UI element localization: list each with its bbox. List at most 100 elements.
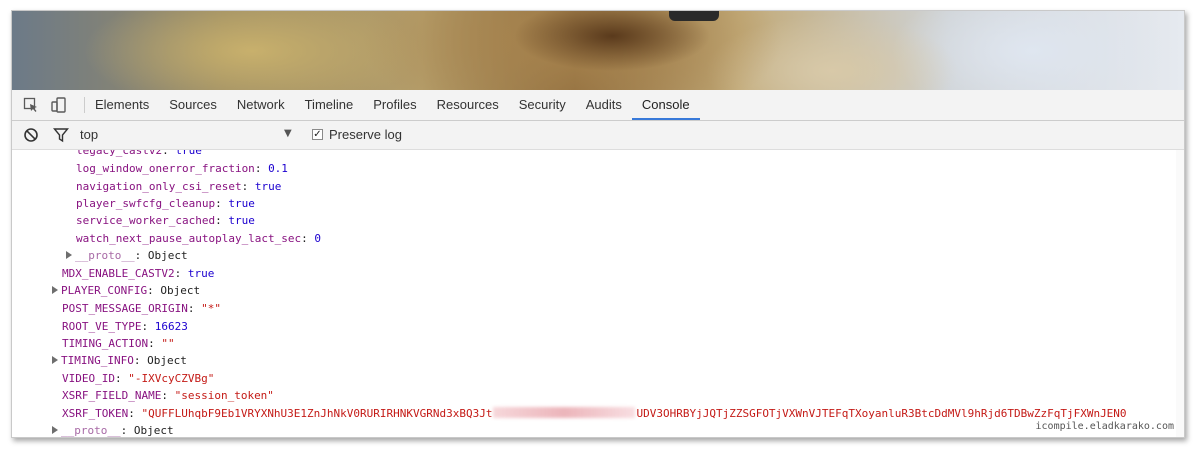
console-line[interactable]: PLAYER_CONFIG: Object (52, 282, 200, 299)
property-key: legacy_castv2 (76, 150, 163, 157)
screenshot-frame: Elements Sources Network Timeline Profiles Re… (11, 10, 1185, 438)
console-line: ROOT_VE_TYPE: 16623 (62, 318, 188, 335)
property-value: "-IXVcyCZVBg" (128, 372, 215, 385)
property-value: UDV3OHRBYjJQTjZZSGFOTjVXWnVJTEFqTXoyanlu… (636, 407, 1127, 420)
property-key: log_window_onerror_fraction (76, 162, 255, 175)
console-line: XSRF_TOKEN: "QUFFLUhqbF9Eb1VRYXNhU3E1ZnJ… (62, 405, 1127, 422)
colon: : (114, 372, 129, 385)
expand-arrow-icon[interactable] (66, 251, 72, 259)
property-key: watch_next_pause_autoplay_lact_sec (76, 232, 302, 245)
property-key: TIMING_INFO (61, 354, 134, 367)
property-value: true (228, 197, 255, 210)
expand-arrow-icon[interactable] (52, 286, 58, 294)
console-line[interactable]: TIMING_INFO: Object (52, 352, 187, 369)
console-line: POST_MESSAGE_ORIGIN: "*" (62, 300, 221, 317)
console-line: legacy_castv2: true (76, 150, 202, 159)
property-key: __proto__ (75, 249, 135, 262)
property-key: TIMING_ACTION (62, 337, 149, 350)
console-line[interactable]: __proto__: Object (52, 422, 174, 437)
colon: : (174, 267, 188, 280)
devtools-tab-bar: Elements Sources Network Timeline Profiles Re… (12, 90, 1184, 121)
property-key: navigation_only_csi_reset (76, 180, 242, 193)
webcam-notch (669, 11, 719, 21)
colon: : (133, 354, 148, 367)
console-line: MDX_ENABLE_CASTV2: true (62, 265, 214, 282)
property-key: PLAYER_CONFIG (61, 284, 148, 297)
property-key: ROOT_VE_TYPE (62, 320, 142, 333)
tab-timeline[interactable]: Timeline (295, 90, 364, 120)
chevron-down-icon[interactable]: ▼ (284, 128, 292, 139)
property-value: "*" (201, 302, 221, 315)
property-value: true (228, 214, 255, 227)
property-key: VIDEO_ID (62, 372, 115, 385)
console-line: VIDEO_ID: "-IXVcyCZVBg" (62, 370, 214, 387)
preserve-log-label: Preserve log (329, 127, 402, 142)
colon: : (120, 424, 134, 437)
property-value: true (175, 150, 202, 157)
colon: : (254, 162, 269, 175)
property-value: true (187, 267, 215, 280)
tab-console[interactable]: Console (631, 90, 700, 120)
preserve-log-checkbox[interactable]: ✓ (312, 129, 323, 140)
colon: : (187, 302, 202, 315)
console-line: log_window_onerror_fraction: 0.1 (76, 160, 288, 177)
property-key: __proto__ (61, 424, 121, 437)
property-key: MDX_ENABLE_CASTV2 (62, 267, 175, 280)
console-line: navigation_only_csi_reset: true (76, 178, 281, 195)
colon: : (148, 337, 162, 350)
property-value: "" (161, 337, 175, 350)
property-key: XSRF_FIELD_NAME (62, 389, 162, 402)
property-key: player_swfcfg_cleanup (76, 197, 216, 210)
property-value: 0 (314, 232, 322, 245)
colon: : (162, 150, 176, 157)
tab-elements[interactable]: Elements (85, 90, 159, 120)
clear-console-icon[interactable] (21, 125, 41, 145)
colon: : (141, 320, 155, 333)
console-scrollbar[interactable] (1176, 150, 1184, 437)
property-value: true (254, 180, 282, 193)
property-key: service_worker_cached (76, 214, 216, 227)
console-line: watch_next_pause_autoplay_lact_sec: 0 (76, 230, 321, 247)
property-value: Object (147, 249, 188, 262)
tab-list: Elements Sources Network Timeline Profiles Re… (85, 90, 700, 120)
colon: : (215, 197, 229, 210)
console-line[interactable]: __proto__: Object (66, 247, 188, 264)
property-value: Object (147, 354, 187, 367)
property-key: XSRF_TOKEN (62, 407, 129, 420)
colon: : (241, 180, 255, 193)
colon: : (215, 214, 229, 227)
expand-arrow-icon[interactable] (52, 426, 58, 434)
tab-resources[interactable]: Resources (427, 90, 509, 120)
watermark: icompile.eladkarako.com (1033, 421, 1176, 432)
filter-icon[interactable] (51, 125, 71, 145)
tab-audits[interactable]: Audits (576, 90, 632, 120)
property-value: 0.1 (268, 162, 288, 175)
colon: : (128, 407, 142, 420)
inspect-element-icon[interactable] (21, 95, 41, 115)
expand-arrow-icon[interactable] (52, 356, 58, 364)
console-line: XSRF_FIELD_NAME: "session_token" (62, 387, 274, 404)
console-line: service_worker_cached: true (76, 212, 255, 229)
property-value: "QUFFLUhqbF9Eb1VRYXNhU3E1ZnJhNkV0RURIRHN… (141, 407, 493, 420)
device-mode-icon[interactable] (49, 95, 69, 115)
console-line: player_swfcfg_cleanup: true (76, 195, 255, 212)
colon: : (134, 249, 148, 262)
console-line: TIMING_ACTION: "" (62, 335, 175, 352)
property-key: POST_MESSAGE_ORIGIN (62, 302, 188, 315)
console-output: legacy_castv2: true log_window_onerror_fr… (12, 150, 1184, 437)
colon: : (147, 284, 161, 297)
property-value: Object (133, 424, 174, 437)
property-value: 16623 (154, 320, 188, 333)
context-selector[interactable]: top (80, 127, 98, 142)
tab-network[interactable]: Network (227, 90, 295, 120)
property-value: "session_token" (174, 389, 274, 402)
tab-security[interactable]: Security (509, 90, 576, 120)
page-content-image (12, 11, 1184, 90)
console-toolbar: top ▼ ✓ Preserve log (12, 121, 1184, 150)
colon: : (301, 232, 315, 245)
colon: : (161, 389, 175, 402)
property-value: Object (160, 284, 201, 297)
tab-profiles[interactable]: Profiles (363, 90, 426, 120)
tab-sources[interactable]: Sources (159, 90, 227, 120)
redacted-blur (493, 407, 636, 418)
